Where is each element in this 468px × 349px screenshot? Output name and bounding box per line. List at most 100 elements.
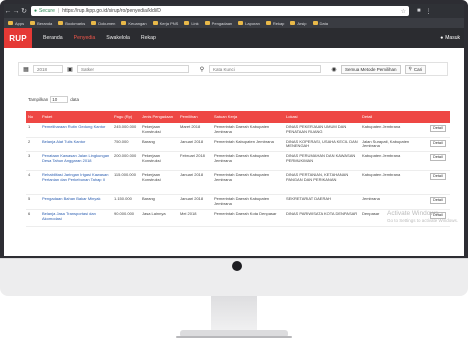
nav-penyedia[interactable]: Penyedia [74, 35, 96, 41]
nav-swakelola[interactable]: Swakelola [106, 35, 130, 41]
forward-icon[interactable]: → [12, 8, 20, 15]
folder-icon [91, 21, 97, 25]
bookmark-label: Bookmarks [65, 20, 86, 26]
method-select[interactable]: Semua Metode Pemilihan [341, 64, 401, 74]
monitor-stand-neck [211, 296, 257, 332]
nav-beranda[interactable]: Beranda [43, 35, 63, 41]
detail-button[interactable]: Detail [430, 154, 446, 162]
satker-cell: Pemerintah Kabupaten Jembrana [212, 137, 284, 153]
lock-icon: ● [34, 8, 38, 14]
column-header[interactable]: No [26, 111, 40, 123]
paket-link[interactable]: Pemeliharaan Rutin Gedung Kantor [40, 123, 112, 138]
column-header[interactable]: Paket [40, 111, 112, 123]
paket-link[interactable]: Belanja Jasa Transportasi dan Akomodasi [40, 209, 112, 227]
star-icon[interactable]: ☆ [401, 8, 409, 15]
bookmark-item[interactable]: Apps [8, 21, 24, 26]
paket-link[interactable]: Pengadaan Bahan Bakar Minyak [40, 194, 112, 210]
lokasi-text: Kabupaten Jembrana [362, 124, 401, 129]
pemilihan-cell: Maret 2018 [178, 123, 212, 138]
user-label: Masuk [445, 35, 460, 41]
folder-icon [184, 21, 190, 25]
row-number: 3 [26, 151, 40, 172]
detail-button[interactable]: Detail [430, 197, 446, 205]
subsatker-cell: DINAS PEKERJAAN UMUM DAN PENATAAN RUANG [284, 123, 360, 138]
column-header[interactable]: Jenis Pengadaan [140, 111, 178, 123]
year-select[interactable]: 2018 [33, 65, 63, 73]
paket-link[interactable]: Penataan Kawasan Jalan Lingkungan Desa T… [40, 151, 112, 172]
table-row: 4 Rehabilitasi Jaringan Irigasi Kawasan P… [26, 170, 450, 196]
pagu-cell: 750.000 [112, 137, 140, 153]
jenis-cell: Barang [140, 137, 178, 153]
table-row: 3 Penataan Kawasan Jalan Lingkungan Desa … [26, 151, 450, 172]
lokasi-text: Kabupaten Jembrana [362, 153, 401, 159]
pagu-cell: 245.000.000 [112, 123, 140, 138]
folder-icon [290, 21, 296, 25]
detail-button[interactable]: Detail [430, 125, 446, 132]
show-label: Tampilkan [28, 97, 49, 102]
bookmark-item[interactable]: Link [184, 20, 199, 26]
bookmark-label: Data [319, 20, 328, 26]
entries-label: data [70, 97, 80, 102]
pemilihan-cell: Januari 2018 [178, 137, 212, 153]
folder-icon [30, 21, 36, 25]
column-header[interactable]: Pagu (Rp) [112, 111, 140, 123]
column-header[interactable]: Pemilihan [178, 111, 212, 123]
activation-watermark: Activate Windows Go to Settings to activ… [387, 210, 458, 223]
search-button[interactable]: ⚲ Cari [404, 64, 427, 74]
paket-link[interactable]: Belanja Alat Tulis Kantor [40, 137, 112, 153]
table-row: 1 Pemeliharaan Rutin Gedung Kantor 245.000… [26, 123, 450, 138]
pagu-cell: 1.150.000 [112, 194, 140, 210]
monitor-frame: ← → ↻ ● Secure | https://rup.lkpp.go.id/… [0, 0, 468, 262]
reload-icon[interactable]: ↻ [20, 7, 28, 15]
folder-icon [238, 21, 244, 25]
bookmark-item[interactable]: Pengadaan [204, 21, 232, 26]
row-number: 1 [26, 123, 40, 138]
table-header-row: No Paket Pagu (Rp) Jenis Pengadaan Pemilihan… [26, 111, 450, 123]
folder-icon [8, 21, 13, 25]
folder-icon [152, 21, 158, 25]
satker-select[interactable]: Satker [77, 65, 189, 73]
jenis-cell: Jasa Lainnya [140, 209, 178, 227]
bookmark-item[interactable]: Laporan [238, 21, 260, 26]
row-number: 6 [26, 209, 40, 227]
rup-logo[interactable]: RUP [4, 28, 32, 48]
pagu-cell: 200.000.000 [112, 151, 140, 172]
back-icon[interactable]: ← [4, 8, 12, 15]
paket-link[interactable]: Rehabilitasi Jaringan Irigasi Kawasan Pe… [40, 170, 112, 196]
jenis-cell: Barang [140, 194, 178, 210]
pemilihan-cell: Januari 2018 [178, 194, 212, 210]
column-header[interactable]: Detail [360, 111, 450, 123]
keyword-input[interactable]: Kata Kunci [209, 65, 321, 73]
calendar-icon: ▦ [23, 66, 29, 73]
column-header[interactable]: Satuan Kerja [212, 111, 284, 123]
bookmark-item[interactable]: Data [312, 20, 328, 26]
bookmark-item[interactable]: Kerja PNS [152, 21, 178, 26]
bookmark-item[interactable]: Rekap [265, 21, 284, 26]
url-bar[interactable]: ● Secure | https://rup.lkpp.go.id/sirup/… [31, 6, 409, 16]
extension-icon[interactable]: ■ [417, 8, 421, 15]
jenis-cell: Pekerjaan Konstruksi [140, 170, 178, 196]
screen: ← → ↻ ● Secure | https://rup.lkpp.go.id/… [4, 4, 464, 256]
bookmark-item[interactable]: Keuangan [121, 21, 147, 26]
page-size-select[interactable]: 10 [50, 96, 69, 103]
url-text: https://rup.lkpp.go.id/sirup/ro/penyedia… [62, 8, 161, 14]
bookmark-item[interactable]: Beranda [30, 21, 52, 26]
bookmark-item[interactable]: Dokumen [91, 21, 115, 26]
bookmark-item[interactable]: Bookmarks [58, 21, 85, 26]
nav-rekap[interactable]: Rekap [141, 35, 156, 41]
bookmark-label: Apps [15, 20, 25, 26]
menu-icon[interactable]: ⋮ [426, 8, 432, 15]
detail-button[interactable]: Detail [430, 173, 446, 181]
satker-cell: Pemerintah Daerah Kota Denpasar [212, 209, 284, 227]
user-menu[interactable]: ● Masuk [440, 35, 460, 41]
detail-button[interactable]: Detail [430, 139, 446, 147]
column-header[interactable]: Lokasi [284, 111, 360, 123]
bookmark-label: Link [191, 20, 199, 26]
user-icon: ● [440, 35, 444, 41]
satker-cell: Pemerintah Daerah Kabupaten Jembrana [212, 123, 284, 138]
watermark-subtitle: Go to Settings to activate Windows. [387, 218, 459, 223]
pemilihan-cell: Januari 2018 [178, 170, 212, 196]
bookmark-label: Dokumen [98, 20, 116, 26]
bookmark-item[interactable]: Arsip [290, 21, 307, 26]
bookmark-label: Laporan [245, 20, 260, 26]
